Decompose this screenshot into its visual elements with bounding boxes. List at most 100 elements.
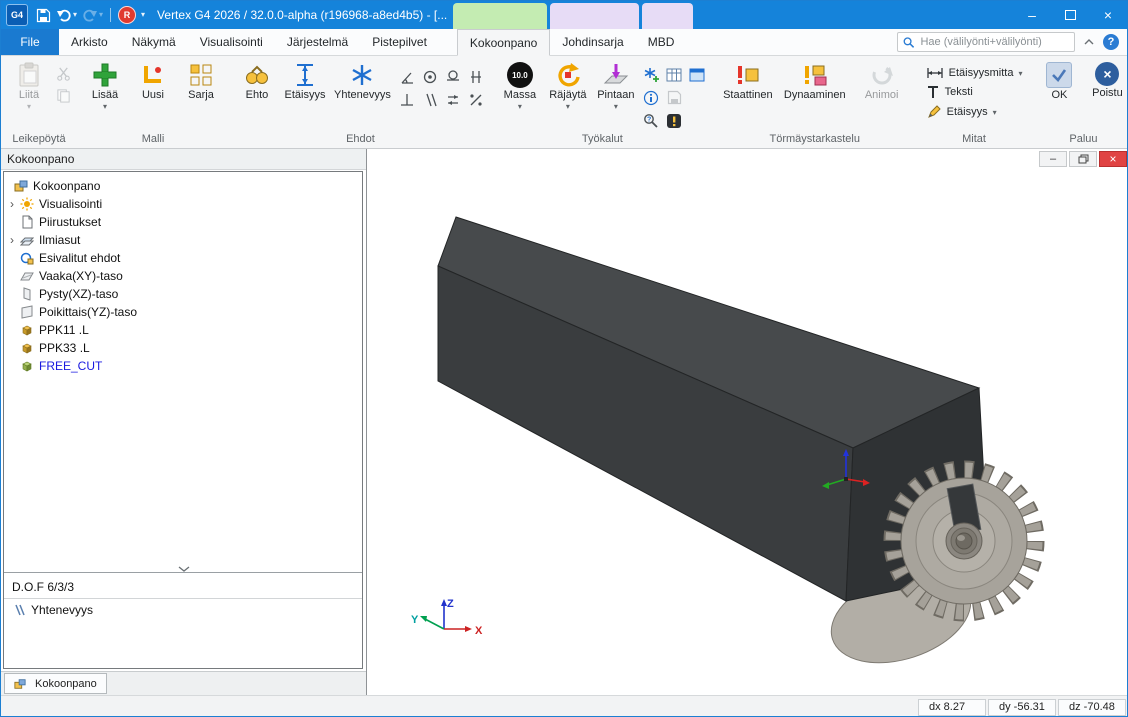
expand-chevron[interactable]: › — [4, 234, 20, 246]
tree-item-plane-xy[interactable]: Vaaka(XY)-taso — [4, 267, 362, 285]
series-icon — [188, 62, 214, 88]
viewport-canvas[interactable]: Z X Y — [367, 149, 1128, 695]
tab-pistepilvet[interactable]: Pistepilvet — [360, 29, 439, 55]
series-button[interactable]: Sarja — [178, 59, 224, 101]
constraint-button[interactable]: Ehto — [234, 59, 280, 101]
mass-dropdown-caret[interactable]: ▾ — [518, 103, 522, 110]
zoom-check-button[interactable]: ? — [641, 110, 662, 131]
symmetry-constraint-button[interactable] — [443, 89, 464, 110]
tree-item-free-cut[interactable]: FREE_CUT — [4, 357, 362, 375]
fix-constraint-button[interactable] — [466, 89, 487, 110]
add-constraint-button[interactable] — [641, 64, 662, 85]
tab-visualisointi[interactable]: Visualisointi — [188, 29, 275, 55]
tangent-constraint-button[interactable] — [443, 66, 464, 87]
tree-splitter[interactable] — [4, 572, 362, 573]
toolbar-separator — [110, 8, 111, 22]
tab-nakyma[interactable]: Näkymä — [120, 29, 188, 55]
tab-jarjestelma[interactable]: Järjestelmä — [275, 29, 360, 55]
distance-constraint-button[interactable]: Etäisyys — [282, 59, 328, 101]
coincidence-constraint-button[interactable]: Yhtenevyys — [330, 59, 395, 101]
dynamic-collision-button[interactable]: Dynaaminen — [780, 59, 850, 101]
tree-item-plane-yz[interactable]: Poikittais(YZ)-taso — [4, 303, 362, 321]
ribbon-group-return: OK × Poistu Paluu — [1031, 56, 1128, 148]
distance-edit-button[interactable]: Etäisyys ▾ — [926, 104, 1023, 120]
paste-dropdown-caret[interactable]: ▾ — [27, 103, 31, 110]
animate-button[interactable]: Animoi — [852, 59, 912, 101]
text-annotation-button[interactable]: Teksti — [926, 85, 1023, 99]
concentric-constraint-button[interactable] — [420, 66, 441, 87]
tree-item-configurations[interactable]: › Ilmiasut — [4, 231, 362, 249]
tree-item-preselected-constraints[interactable]: Esivalitut ehdot — [4, 249, 362, 267]
redo-dropdown-caret[interactable]: ▾ — [99, 11, 103, 19]
viewport[interactable]: – × — [367, 149, 1128, 695]
tree-item-ppk33[interactable]: PPK33 .L — [4, 339, 362, 357]
add-constraint-icon — [643, 66, 660, 83]
undo-dropdown-caret[interactable]: ▾ — [73, 11, 77, 19]
tab-file[interactable]: File — [1, 29, 59, 55]
group-label-return: Paluu — [1031, 133, 1128, 148]
add-component-button[interactable]: Lisää ▾ — [82, 59, 128, 110]
collapse-ribbon-button[interactable] — [1079, 32, 1099, 52]
restore-icon — [1078, 154, 1089, 164]
panel-tab-kokoonpano[interactable]: Kokoonpano — [4, 673, 107, 694]
chevron-up-icon — [1084, 39, 1094, 45]
tree-item-root[interactable]: Kokoonpano — [4, 177, 362, 195]
app-icon[interactable]: G4 — [6, 4, 28, 26]
tab-arkisto[interactable]: Arkisto — [59, 29, 120, 55]
symmetry-constraint-icon — [445, 92, 461, 108]
cut-button[interactable] — [54, 64, 72, 82]
group-label-tools: Työkalut — [492, 133, 713, 148]
toolbar-customize-caret[interactable]: ▾ — [141, 11, 145, 19]
new-part-button[interactable]: Uusi — [130, 59, 176, 101]
tree-item-visualization[interactable]: › Visualisointi — [4, 195, 362, 213]
redo-button[interactable]: ▾ — [82, 8, 103, 22]
distance-measure-caret[interactable]: ▾ — [1018, 70, 1022, 77]
exit-button[interactable]: × Poistu — [1084, 59, 1128, 99]
constraint-list-item[interactable]: Yhtenevyys — [12, 603, 93, 617]
redo-icon — [82, 8, 98, 22]
explode-button[interactable]: Räjäytä ▾ — [545, 59, 591, 110]
distance-measure-button[interactable]: Etäisyysmitta ▾ — [926, 66, 1023, 80]
new-part-icon — [140, 62, 166, 88]
tree-item-ppk11[interactable]: PPK11 .L — [4, 321, 362, 339]
collision-warning-button[interactable] — [664, 110, 685, 131]
add-dropdown-caret[interactable]: ▾ — [103, 103, 107, 110]
distance-edit-caret[interactable]: ▾ — [993, 109, 997, 116]
lock-constraint-button[interactable] — [466, 66, 487, 87]
parallel-constraint-button[interactable] — [420, 89, 441, 110]
save-button[interactable] — [36, 8, 51, 23]
minimize-button[interactable]: – — [1013, 1, 1051, 29]
panel-button[interactable] — [687, 64, 708, 85]
constraint-quick-grid — [397, 66, 487, 110]
undo-button[interactable]: ▾ — [56, 8, 77, 22]
close-button[interactable]: × — [1089, 1, 1127, 29]
tab-johdinsarja[interactable]: Johdinsarja — [550, 29, 635, 55]
tab-kokoonpano[interactable]: Kokoonpano — [457, 29, 550, 56]
info-button[interactable] — [641, 87, 662, 108]
tree-item-plane-xz[interactable]: Pysty(XZ)-taso — [4, 285, 362, 303]
document-restore-button[interactable] — [1069, 151, 1097, 167]
copy-button[interactable] — [54, 86, 72, 104]
save-model-button[interactable] — [664, 87, 685, 108]
tree-item-drawings[interactable]: Piirustukset — [4, 213, 362, 231]
search-input[interactable] — [918, 35, 1069, 49]
maximize-button[interactable] — [1051, 1, 1089, 29]
document-close-button[interactable]: × — [1099, 151, 1127, 167]
tab-mbd[interactable]: MBD — [636, 29, 687, 55]
paste-button[interactable]: Liitä ▾ — [6, 59, 52, 110]
expand-chevron[interactable]: › — [4, 198, 20, 210]
record-button[interactable]: R — [118, 6, 136, 24]
angle-constraint-button[interactable] — [397, 66, 418, 87]
to-surface-dropdown-caret[interactable]: ▾ — [614, 103, 618, 110]
document-minimize-button[interactable]: – — [1039, 151, 1067, 167]
mass-button[interactable]: 10.0 Massa ▾ — [497, 59, 543, 110]
to-surface-button[interactable]: Pintaan ▾ — [593, 59, 639, 110]
ok-button[interactable]: OK — [1036, 59, 1082, 101]
help-button[interactable]: ? — [1103, 34, 1119, 50]
static-collision-button[interactable]: Staattinen — [718, 59, 778, 101]
table-button[interactable] — [664, 64, 685, 85]
splitter-chevron-icon[interactable] — [174, 564, 194, 573]
explode-dropdown-caret[interactable]: ▾ — [566, 103, 570, 110]
grid-spacer — [687, 87, 708, 108]
perpendicular-constraint-button[interactable] — [397, 89, 418, 110]
